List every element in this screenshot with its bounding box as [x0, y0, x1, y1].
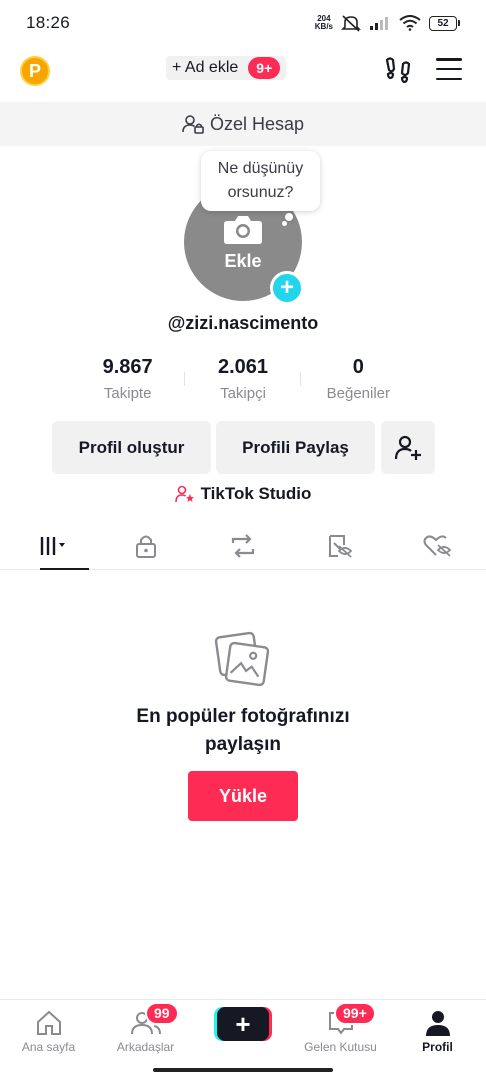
- username: @zizi.nascimento: [167, 313, 319, 333]
- bubble-line-2: orsunuz?: [227, 184, 294, 201]
- tagged-icon: [329, 534, 353, 558]
- mute-icon: [341, 15, 361, 32]
- thought-bubble[interactable]: Ne düşünüy orsunuz?: [201, 151, 320, 211]
- share-profile-button[interactable]: Profili Paylaş: [216, 421, 375, 474]
- add-photo-label: Ekle: [224, 250, 262, 271]
- profile-icon: [425, 1011, 450, 1036]
- bubble-line-1: Ne düşünüy: [217, 160, 304, 177]
- grid-icon: [40, 536, 65, 555]
- add-user-icon: [394, 435, 421, 460]
- status-bar: 18:26 204 KB/s 52: [0, 0, 486, 46]
- coin-icon[interactable]: P: [20, 56, 50, 86]
- battery-icon: 52: [429, 15, 460, 31]
- net-speed: 204 KB/s: [314, 14, 333, 31]
- create-profile-button[interactable]: Profil oluştur: [52, 421, 211, 474]
- tab-private[interactable]: [97, 522, 194, 569]
- add-account-label: + Ad ekle: [172, 59, 239, 76]
- home-icon: [36, 1010, 61, 1035]
- stat-following[interactable]: 9.867 Takipte: [70, 356, 186, 408]
- private-account-label: Özel Hesap: [209, 113, 305, 134]
- content-tabs: [0, 522, 486, 570]
- repost-icon: [231, 533, 255, 558]
- tab-posts[interactable]: [0, 522, 97, 570]
- profile-stats: 9.867 Takipte 2.061 Takipçi 0 Beğeniler: [70, 356, 416, 408]
- inbox-badge: 99+: [334, 1002, 376, 1025]
- tab-indicator: [40, 568, 89, 570]
- profile-header: P + Ad ekle 9+: [0, 46, 486, 102]
- tab-reposts[interactable]: [194, 522, 291, 569]
- empty-state-title: En popüler fotoğrafınızı paylaşın: [136, 706, 350, 755]
- studio-icon: [174, 485, 194, 503]
- nav-home-label: Ana sayfa: [21, 1040, 76, 1054]
- tab-tagged[interactable]: [292, 522, 389, 569]
- footprints-icon[interactable]: [384, 56, 412, 86]
- photos-icon: [214, 631, 270, 687]
- liked-icon: [423, 534, 452, 557]
- tab-liked[interactable]: [389, 522, 486, 569]
- wifi-icon: [399, 15, 421, 31]
- menu-icon[interactable]: [436, 58, 462, 80]
- bubble-dot: [282, 221, 287, 226]
- create-button[interactable]: +: [217, 1007, 269, 1041]
- nav-friends[interactable]: 99 Arkadaşlar: [97, 1000, 194, 1060]
- lock-icon: [135, 535, 156, 558]
- tiktok-studio-link[interactable]: TikTok Studio: [0, 484, 486, 504]
- stat-followers[interactable]: 2.061 Takipçi: [185, 356, 301, 408]
- signal-icon: [370, 17, 388, 30]
- nav-profile-label: Profil: [422, 1040, 453, 1054]
- friends-badge: 99: [145, 1002, 179, 1025]
- private-user-icon: [182, 115, 204, 134]
- upload-button[interactable]: Yükle: [188, 771, 298, 821]
- status-icons: 204 KB/s 52: [315, 14, 460, 32]
- notification-badge: 9+: [248, 57, 281, 79]
- add-photo-plus-button[interactable]: +: [270, 271, 304, 305]
- camera-icon: [224, 215, 262, 244]
- nav-inbox[interactable]: 99+ Gelen Kutusu: [292, 1000, 389, 1060]
- nav-inbox-label: Gelen Kutusu: [304, 1040, 377, 1054]
- nav-profile[interactable]: Profil: [389, 1000, 486, 1060]
- bubble-dot: [285, 213, 293, 221]
- add-account-button[interactable]: + Ad ekle 9+: [166, 56, 287, 80]
- studio-label: TikTok Studio: [200, 484, 312, 503]
- status-time: 18:26: [26, 13, 71, 32]
- private-account-banner[interactable]: Özel Hesap: [0, 102, 486, 146]
- nav-friends-label: Arkadaşlar: [116, 1040, 175, 1054]
- home-indicator[interactable]: [153, 1068, 333, 1072]
- nav-home[interactable]: Ana sayfa: [0, 1000, 97, 1060]
- stat-likes[interactable]: 0 Beğeniler: [301, 356, 416, 408]
- add-friend-button[interactable]: [381, 421, 435, 474]
